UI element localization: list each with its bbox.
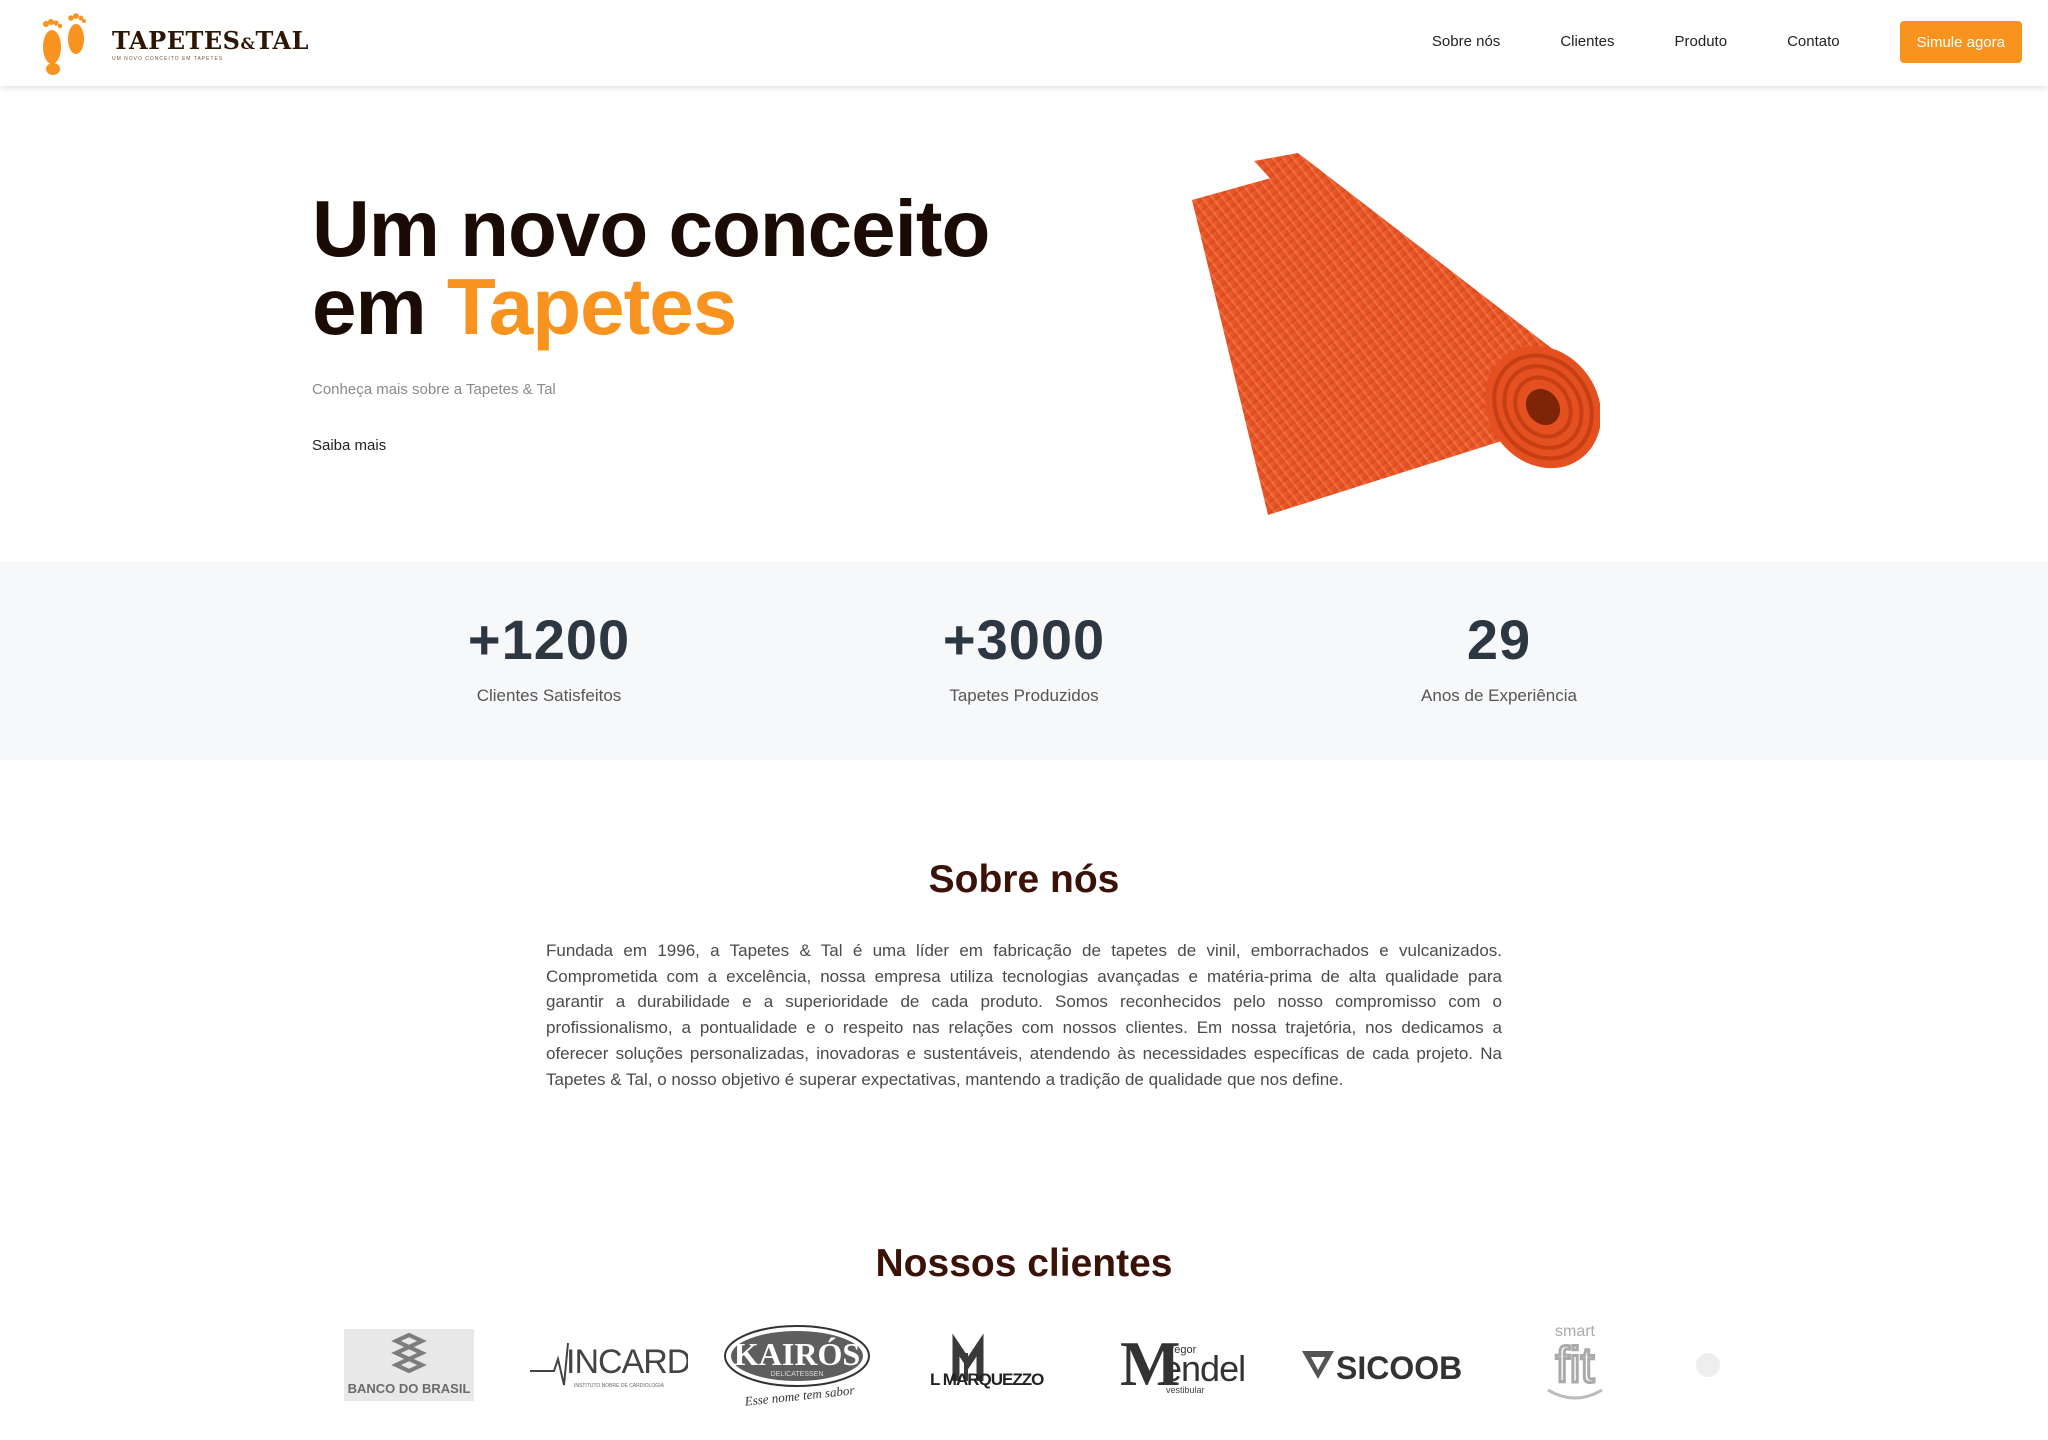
client-logos: BANCO DO BRASIL INCARDIO INSTITUTO NOBRE…	[340, 1320, 1740, 1420]
nav-contato[interactable]: Contato	[1787, 21, 1840, 63]
svg-text:vestibular: vestibular	[1166, 1385, 1205, 1395]
svg-text:INCARDIO: INCARDIO	[566, 1343, 688, 1381]
client-logo-gregor-mendel: M Gregor endel vestibular	[1116, 1320, 1256, 1410]
svg-text:INSTITUTO NOBRE DE CARDIOLOGIA: INSTITUTO NOBRE DE CARDIOLOGIA	[574, 1383, 665, 1389]
client-logo-incardio: INCARDIO INSTITUTO NOBRE DE CARDIOLOGIA	[528, 1320, 688, 1410]
stat-value: +1200	[467, 608, 631, 671]
svg-text:endel: endel	[1162, 1348, 1245, 1389]
stat-tapetes: +3000 Tapetes Produzidos	[844, 606, 1204, 706]
stat-clientes: +1200 Clientes Satisfeitos	[369, 606, 729, 706]
stat-anos: 29 Anos de Experiência	[1319, 606, 1679, 706]
client-logo-marquezzo: L MARQUEZZO	[922, 1320, 1062, 1410]
stat-label: Anos de Experiência	[1421, 686, 1577, 705]
nav-sobre-nos[interactable]: Sobre nós	[1432, 21, 1500, 63]
brand-name: TAPETES&TAL	[112, 26, 309, 55]
stat-label: Tapetes Produzidos	[949, 686, 1099, 705]
svg-text:SICOOB: SICOOB	[1336, 1350, 1462, 1386]
hero-title-accent: Tapetes	[446, 262, 737, 351]
hero-title: Um novo conceito em Tapetes	[312, 184, 990, 351]
brand-logo[interactable]: TAPETES&TAL UM NOVO CONCEITO EM TAPETES	[38, 10, 309, 78]
svg-text:L MARQUEZZO: L MARQUEZZO	[930, 1370, 1044, 1389]
client-logo-kairos: KAIRÓS DELICATESSEN Esse nome tem sabor	[722, 1320, 872, 1410]
site-header: TAPETES&TAL UM NOVO CONCEITO EM TAPETES …	[0, 0, 2048, 86]
main-nav: Sobre nós Clientes Produto Contato Simul…	[1432, 21, 2022, 63]
rolled-mat-image	[1192, 153, 1600, 515]
brand-tagline: UM NOVO CONCEITO EM TAPETES	[112, 56, 224, 62]
svg-text:BANCO DO BRASIL: BANCO DO BRASIL	[348, 1381, 471, 1396]
svg-text:fit: fit	[1556, 1337, 1595, 1393]
about-text: Fundada em 1996, a Tapetes & Tal é uma l…	[546, 941, 1502, 1089]
feet-logo-icon	[43, 13, 86, 75]
simule-agora-button[interactable]: Simule agora	[1899, 21, 2022, 63]
svg-text:KAIRÓS: KAIRÓS	[734, 1336, 860, 1372]
nav-clientes[interactable]: Clientes	[1560, 21, 1614, 63]
clients-title: Nossos clientes	[875, 1242, 1173, 1285]
hero-subtitle: Conheça mais sobre a Tapetes & Tal	[312, 381, 556, 398]
saiba-mais-link[interactable]: Saiba mais	[312, 437, 386, 454]
stat-label: Clientes Satisfeitos	[476, 686, 622, 705]
stats-section: +1200 Clientes Satisfeitos +3000 Tapetes…	[0, 562, 2048, 760]
stat-value: +3000	[942, 608, 1106, 671]
stat-value: 29	[1466, 608, 1532, 671]
client-logo-faded	[1688, 1320, 1728, 1410]
about-title: Sobre nós	[928, 858, 1120, 901]
client-logo-smart-fit: smart fit	[1520, 1320, 1630, 1410]
svg-text:DELICATESSEN: DELICATESSEN	[771, 1371, 824, 1378]
client-logo-sicoob: SICOOB	[1298, 1320, 1468, 1410]
nav-produto[interactable]: Produto	[1675, 21, 1728, 63]
client-logo-banco-do-brasil: BANCO DO BRASIL	[344, 1320, 474, 1410]
